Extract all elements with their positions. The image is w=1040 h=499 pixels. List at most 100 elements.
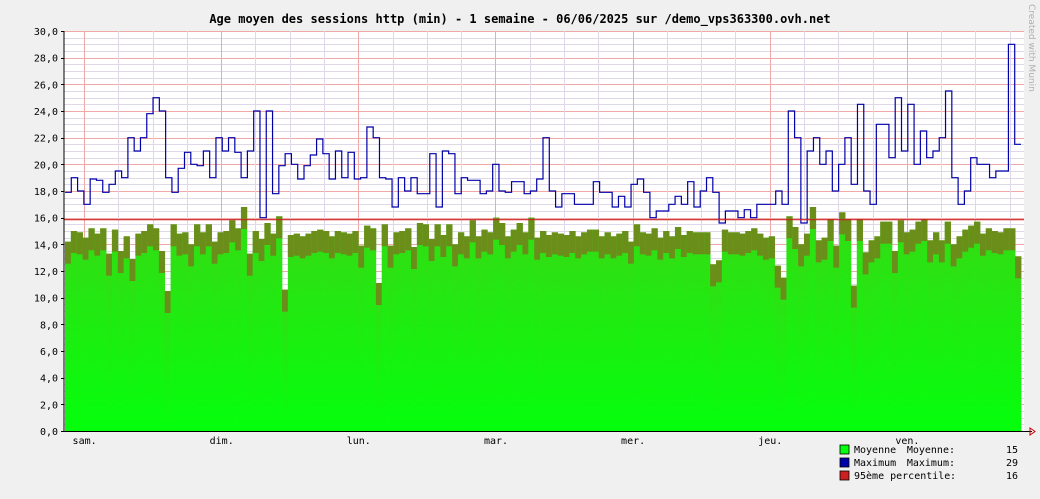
average-bar-top <box>534 237 541 260</box>
average-bar-top <box>933 232 940 255</box>
average-bar <box>229 220 236 431</box>
average-bar-top <box>76 232 83 255</box>
average-bar <box>622 231 629 431</box>
average-bar-top <box>751 228 758 251</box>
y-tick-label: 28,0 <box>34 54 58 65</box>
legend-stat: Moyenne: <box>907 445 955 456</box>
chart-container: Age moyen des sessions http (min) - 1 se… <box>0 0 1040 499</box>
average-bar-top <box>680 235 688 257</box>
average-bar-top <box>757 233 764 256</box>
average-bar <box>628 241 635 431</box>
average-bar <box>616 233 623 431</box>
average-bar-top <box>422 224 429 247</box>
average-bar <box>311 231 318 431</box>
average-bar <box>610 236 617 431</box>
average-bar-top <box>704 232 711 255</box>
average-bar <box>481 229 488 431</box>
average-bar <box>246 253 254 431</box>
average-bar <box>821 237 828 431</box>
average-bar <box>270 233 277 431</box>
average-bar <box>258 239 265 431</box>
average-bar <box>352 231 359 431</box>
average-bar-top <box>692 232 699 255</box>
average-bar <box>252 231 259 431</box>
average-bar <box>1015 256 1022 431</box>
average-bar-top <box>845 219 852 241</box>
average-bar-top <box>123 236 130 259</box>
average-bar <box>147 224 154 431</box>
y-tick-label: 6,0 <box>40 347 58 358</box>
average-bar-top <box>252 231 259 253</box>
average-bar <box>721 229 729 431</box>
y-tick-labels: 0,0 2,0 4,0 6,0 8,0 10,0 12,0 14,0 16,0 18,0 20,0 2… <box>34 27 58 438</box>
x-tick-labels: sam. dim. lun. mar. mer. jeu. ven. <box>73 436 920 447</box>
average-bar-top <box>886 221 893 244</box>
average-bar <box>633 224 641 431</box>
average-bar-top <box>862 252 869 275</box>
average-bar <box>211 241 218 431</box>
average-bar <box>803 233 811 431</box>
average-bar-top <box>868 240 875 263</box>
average-bar-top <box>639 232 646 255</box>
average-bar-top <box>135 233 142 256</box>
average-bar-top <box>111 229 119 252</box>
average-bar-top <box>346 233 353 256</box>
average-bar-top <box>381 224 388 247</box>
y-tick-label: 26,0 <box>34 80 58 91</box>
legend-value: 29 <box>1006 458 1018 469</box>
y-tick-label: 18,0 <box>34 187 58 198</box>
average-bar-top <box>915 221 922 244</box>
average-bar <box>440 235 447 431</box>
average-bar <box>434 224 441 431</box>
average-bar-top <box>710 264 717 287</box>
average-bar-top <box>581 232 588 255</box>
average-bar <box>287 235 295 431</box>
average-bar <box>364 225 371 431</box>
average-bar <box>100 228 107 431</box>
average-bar-top <box>287 235 295 257</box>
average-bar-top <box>205 224 212 247</box>
average-bar <box>199 232 207 431</box>
average-bar-top <box>780 277 787 300</box>
average-bar <box>422 224 429 431</box>
average-bar <box>182 232 189 431</box>
average-bar <box>686 231 693 431</box>
legend-stat: : <box>950 471 956 482</box>
average-bar-top <box>522 232 529 255</box>
average-bar-top <box>991 231 998 253</box>
average-bar-top <box>540 231 547 253</box>
x-tick-label: mer. <box>621 436 645 447</box>
average-bar <box>862 252 869 431</box>
average-bar-top <box>669 236 676 259</box>
average-bar <box>416 223 424 431</box>
average-bar-top <box>545 235 553 257</box>
average-bar <box>499 223 506 431</box>
average-bar <box>540 231 547 431</box>
average-bar-top <box>944 221 951 244</box>
legend-swatch <box>839 444 850 455</box>
average-bar <box>293 233 300 431</box>
average-bar <box>903 232 910 431</box>
watermark-text: Created with Munin <box>1026 4 1036 92</box>
average-bar-top <box>364 225 371 248</box>
average-bar-top <box>369 228 377 251</box>
average-bar-top <box>282 289 289 312</box>
average-bar <box>839 212 846 431</box>
average-bar <box>240 207 248 431</box>
average-bar-top <box>686 231 693 253</box>
average-bar <box>563 235 570 431</box>
average-bar-top <box>147 224 154 247</box>
average-bar-top <box>809 207 817 229</box>
average-bar <box>65 241 72 431</box>
average-bar <box>194 224 201 431</box>
average-bar <box>375 283 383 431</box>
average-bar <box>129 259 136 431</box>
average-bar-top <box>94 233 101 256</box>
average-bar <box>323 231 330 431</box>
average-bar <box>176 233 183 431</box>
average-bar <box>235 228 242 431</box>
x-tick-label: dim. <box>210 436 234 447</box>
average-bar-top <box>874 236 881 259</box>
average-bar <box>545 235 553 431</box>
average-bar-top <box>938 240 946 263</box>
